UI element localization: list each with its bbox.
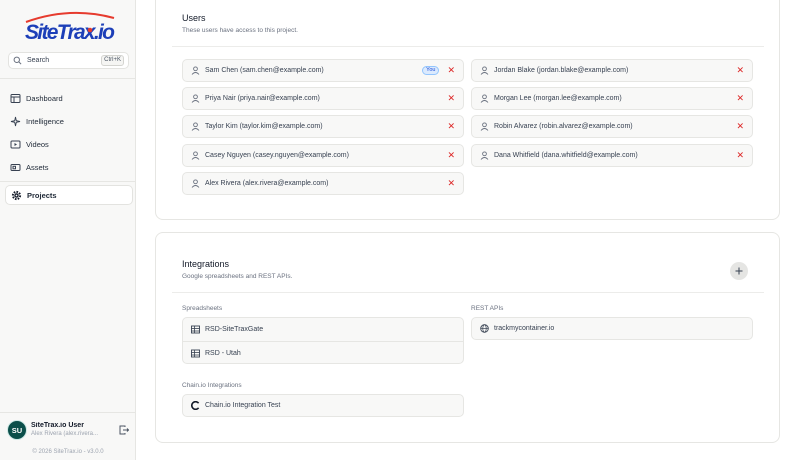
sidebar: SiteTrax.io Search Ctrl+K Dashboard Inte…	[0, 0, 136, 460]
sparkle-icon	[10, 116, 21, 126]
logout-icon[interactable]	[119, 425, 129, 435]
chain-integration-item[interactable]: Chain.io Integration Test	[182, 394, 464, 417]
search-icon	[13, 56, 22, 65]
user-chip-label: Casey Nguyen (casey.nguyen@example.com)	[205, 152, 349, 159]
user-chip: Priya Nair (priya.nair@example.com) ✕	[182, 87, 464, 110]
user-icon	[480, 94, 489, 103]
user-icon	[191, 151, 200, 160]
nav-label: Intelligence	[26, 116, 64, 126]
remove-user-button[interactable]: ✕	[736, 66, 744, 75]
card-divider	[172, 292, 764, 293]
avatar: SU	[7, 420, 27, 440]
remove-user-button[interactable]: ✕	[736, 122, 744, 131]
user-chip-label: Priya Nair (priya.nair@example.com)	[205, 95, 320, 102]
remove-user-button[interactable]: ✕	[736, 151, 744, 160]
sitetrax-logo[interactable]: SiteTrax.io	[22, 8, 118, 46]
chain-logo-icon	[191, 401, 200, 410]
search-shortcut: Ctrl+K	[101, 55, 124, 66]
nav-projects[interactable]: Projects	[5, 185, 133, 205]
user-chip-label: Sam Chen (sam.chen@example.com)	[205, 67, 324, 74]
user-chip: Taylor Kim (taylor.kim@example.com) ✕	[182, 115, 464, 138]
user-chip: Morgan Lee (morgan.lee@example.com) ✕	[471, 87, 753, 110]
user-chip-label: Alex Rivera (alex.rivera@example.com)	[205, 180, 329, 187]
copyright: © 2026 SiteTrax.io - v3.0.0	[32, 449, 104, 455]
nav-dashboard[interactable]: Dashboard	[5, 88, 133, 108]
user-chip: Casey Nguyen (casey.nguyen@example.com) …	[182, 144, 464, 167]
dashboard-icon	[10, 93, 21, 103]
integrations-title: Integrations	[182, 259, 230, 269]
user-chip-label: Morgan Lee (morgan.lee@example.com)	[494, 95, 622, 102]
remove-user-button[interactable]: ✕	[447, 179, 455, 188]
table-icon	[191, 325, 200, 334]
sidebar-divider	[0, 78, 136, 79]
nav-label: Assets	[26, 162, 49, 172]
spreadsheets-label: Spreadsheets	[182, 305, 223, 312]
video-icon	[10, 140, 21, 148]
user-chip-label: Taylor Kim (taylor.kim@example.com)	[205, 123, 323, 130]
user-icon	[480, 122, 489, 131]
nav-assets[interactable]: Assets	[5, 157, 133, 177]
remove-user-button[interactable]: ✕	[736, 94, 744, 103]
nav-label: Projects	[27, 190, 57, 200]
remove-user-button[interactable]: ✕	[447, 66, 455, 75]
spreadsheet-item[interactable]: RSD - Utah	[183, 342, 463, 365]
user-chip-label: Dana Whitfield (dana.whitfield@example.c…	[494, 152, 638, 159]
assets-icon	[10, 163, 21, 171]
chain-integration-label: Chain.io Integration Test	[205, 402, 281, 409]
you-badge: You	[422, 66, 440, 75]
user-icon	[191, 66, 200, 75]
users-subtitle: These users have access to this project.	[182, 27, 298, 34]
rest-api-item[interactable]: trackmycontainer.io	[471, 317, 753, 340]
users-title: Users	[182, 13, 206, 23]
user-chip: Dana Whitfield (dana.whitfield@example.c…	[471, 144, 753, 167]
nav-label: Dashboard	[26, 93, 63, 103]
user-icon	[191, 122, 200, 131]
user-icon	[480, 151, 489, 160]
user-profile[interactable]: SU SiteTrax.io User Alex Rivera (alex.ri…	[7, 419, 129, 441]
rest-apis-label: REST APIs	[471, 305, 504, 312]
rest-api-label: trackmycontainer.io	[494, 325, 555, 332]
user-chip-label: Jordan Blake (jordan.blake@example.com)	[494, 67, 629, 74]
user-icon	[191, 94, 200, 103]
user-icon	[480, 66, 489, 75]
sidebar-divider	[0, 181, 136, 182]
spreadsheet-label: RSD-SiteTraxGate	[205, 326, 264, 333]
spreadsheet-item[interactable]: RSD-SiteTraxGate	[183, 318, 463, 341]
svg-text:SiteTrax.io: SiteTrax.io	[25, 21, 115, 44]
user-icon	[191, 179, 200, 188]
spreadsheet-label: RSD - Utah	[205, 350, 241, 357]
spreadsheets-list: RSD-SiteTraxGate RSD - Utah	[182, 317, 464, 364]
plus-icon	[735, 267, 743, 275]
integrations-subtitle: Google spreadsheets and REST APIs.	[182, 273, 293, 280]
user-chip-label: Robin Alvarez (robin.alvarez@example.com…	[494, 123, 633, 130]
card-divider	[172, 46, 764, 47]
user-chip: Sam Chen (sam.chen@example.com) You ✕	[182, 59, 464, 82]
user-chip: Robin Alvarez (robin.alvarez@example.com…	[471, 115, 753, 138]
search-label: Search	[27, 57, 50, 64]
nav-videos[interactable]: Videos	[5, 134, 133, 154]
user-email: Alex Rivera (alex.rivera...	[31, 431, 99, 437]
add-integration-button[interactable]	[730, 262, 748, 280]
search-box[interactable]: Search Ctrl+K	[8, 52, 129, 69]
user-name: SiteTrax.io User	[31, 422, 84, 429]
remove-user-button[interactable]: ✕	[447, 151, 455, 160]
chain-integrations-label: Chain.io Integrations	[182, 382, 242, 389]
nav-label: Videos	[26, 139, 49, 149]
globe-icon	[480, 324, 489, 333]
user-chip: Jordan Blake (jordan.blake@example.com) …	[471, 59, 753, 82]
user-chip: Alex Rivera (alex.rivera@example.com) ✕	[182, 172, 464, 195]
table-icon	[191, 349, 200, 358]
gear-icon	[11, 190, 22, 200]
nav-intelligence[interactable]: Intelligence	[5, 111, 133, 131]
sidebar-divider	[0, 412, 136, 413]
remove-user-button[interactable]: ✕	[447, 122, 455, 131]
remove-user-button[interactable]: ✕	[447, 94, 455, 103]
